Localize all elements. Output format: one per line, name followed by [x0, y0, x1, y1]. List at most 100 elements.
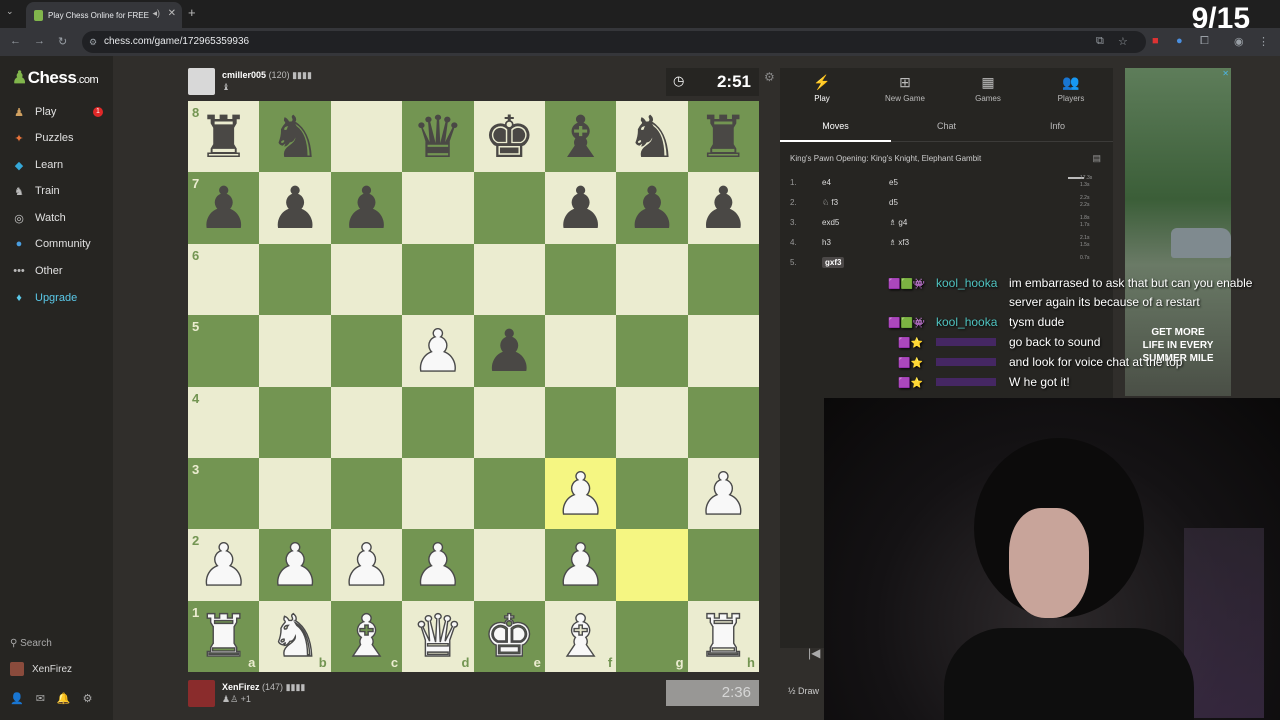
- speaker-icon[interactable]: ◂): [152, 8, 160, 19]
- black-pawn-icon[interactable]: ♟: [269, 179, 321, 237]
- square-g8[interactable]: ♞: [616, 101, 688, 173]
- sidebar-item-watch[interactable]: ◎ Watch: [10, 208, 66, 228]
- square-d4[interactable]: [402, 386, 474, 458]
- square-d5[interactable]: ♟: [402, 315, 474, 387]
- square-e3[interactable]: [473, 457, 545, 530]
- square-g6[interactable]: [616, 243, 688, 316]
- menu-dots-icon[interactable]: ⋮: [1258, 35, 1269, 48]
- current-move[interactable]: gxf3: [822, 257, 845, 268]
- mail-icon[interactable]: ✉: [36, 692, 45, 705]
- black-pawn-icon[interactable]: ♟: [483, 322, 535, 380]
- extensions-puzzle-icon[interactable]: ⧠: [1200, 35, 1209, 48]
- tab-games[interactable]: ▦ Games: [948, 74, 1028, 103]
- black-king-icon[interactable]: ♚: [483, 108, 535, 166]
- black-queen-icon[interactable]: ♛: [412, 108, 464, 166]
- sidebar-search[interactable]: ⚲ Search: [10, 638, 52, 649]
- settings-gear-icon[interactable]: ⚙: [83, 692, 93, 705]
- black-pawn-icon[interactable]: ♟: [697, 179, 749, 237]
- black-pawn-icon[interactable]: ♟: [198, 179, 250, 237]
- sidebar-user[interactable]: XenFirez: [10, 662, 72, 676]
- square-h7[interactable]: ♟: [687, 172, 759, 244]
- square-a7[interactable]: 7 ♟: [188, 172, 260, 244]
- black-rook-icon[interactable]: ♜: [198, 108, 250, 166]
- friends-icon[interactable]: 👤: [10, 692, 24, 705]
- first-move-icon[interactable]: |◀: [808, 646, 820, 660]
- square-a4[interactable]: 4: [188, 386, 260, 458]
- square-g5[interactable]: [616, 315, 688, 387]
- square-d3[interactable]: [402, 457, 474, 530]
- square-c7[interactable]: ♟: [330, 172, 403, 244]
- square-d7[interactable]: [402, 172, 474, 244]
- white-queen-icon[interactable]: ♛: [411, 607, 464, 666]
- square-h2[interactable]: [687, 529, 759, 601]
- square-b4[interactable]: [259, 386, 331, 458]
- square-c1[interactable]: c ♝: [330, 600, 403, 672]
- square-a1[interactable]: 1 a ♜: [188, 600, 260, 672]
- extension-icon[interactable]: ●: [1176, 35, 1183, 47]
- square-h1[interactable]: h ♜: [687, 600, 759, 672]
- black-knight-icon[interactable]: ♞: [626, 108, 678, 166]
- opening-name[interactable]: King's Pawn Opening: King's Knight, Elep…: [790, 154, 981, 163]
- square-b1[interactable]: b ♞: [259, 600, 331, 672]
- square-e2[interactable]: [473, 529, 545, 601]
- square-g7[interactable]: ♟: [616, 172, 688, 244]
- square-e6[interactable]: [473, 243, 545, 316]
- sidebar-item-upgrade[interactable]: ♦ Upgrade: [10, 288, 77, 308]
- square-e7[interactable]: [473, 172, 545, 244]
- square-c3[interactable]: [330, 457, 403, 530]
- install-icon[interactable]: ⧉: [1096, 35, 1104, 48]
- square-e5[interactable]: ♟: [473, 315, 545, 387]
- subtab-chat[interactable]: Chat: [891, 121, 1002, 131]
- chess-logo[interactable]: ♟Chess.com: [12, 68, 99, 88]
- white-pawn-icon[interactable]: ♟: [554, 535, 607, 594]
- square-b2[interactable]: ♟: [259, 529, 331, 601]
- square-c8[interactable]: [330, 101, 403, 173]
- advertisement[interactable]: ✕ GET MORE LIFE IN EVERY SUMMER MILE: [1125, 68, 1231, 396]
- square-f6[interactable]: [544, 243, 617, 316]
- square-c6[interactable]: [330, 243, 403, 316]
- browser-tab[interactable]: Play Chess Online for FREE ◂) ✕: [26, 2, 182, 28]
- white-rook-icon[interactable]: ♜: [697, 607, 750, 666]
- square-h3[interactable]: ♟: [687, 457, 759, 530]
- opponent-name[interactable]: cmiller005 (120) ▮▮▮▮: [222, 70, 312, 81]
- square-a6[interactable]: 6: [188, 243, 260, 316]
- tab-search-icon[interactable]: ⌄: [6, 6, 14, 17]
- white-pawn-icon[interactable]: ♟: [411, 535, 464, 594]
- square-g1[interactable]: g: [616, 600, 688, 672]
- board-settings-gear-icon[interactable]: ⚙: [764, 70, 775, 84]
- white-rook-icon[interactable]: ♜: [197, 607, 250, 666]
- square-f7[interactable]: ♟: [544, 172, 617, 244]
- black-pawn-icon[interactable]: ♟: [555, 179, 607, 237]
- new-tab-icon[interactable]: +: [188, 5, 196, 20]
- square-e4[interactable]: [473, 386, 545, 458]
- square-f1[interactable]: f ♝: [544, 600, 617, 672]
- square-d2[interactable]: ♟: [402, 529, 474, 601]
- book-icon[interactable]: ▤: [1092, 153, 1101, 164]
- black-pawn-icon[interactable]: ♟: [340, 179, 392, 237]
- square-g2[interactable]: [616, 529, 688, 601]
- square-f2[interactable]: ♟: [544, 529, 617, 601]
- square-a5[interactable]: 5: [188, 315, 260, 387]
- square-d6[interactable]: [402, 243, 474, 316]
- square-h5[interactable]: [687, 315, 759, 387]
- square-f8[interactable]: ♝: [544, 101, 617, 173]
- square-f3[interactable]: ♟: [544, 457, 617, 530]
- square-c4[interactable]: [330, 386, 403, 458]
- square-h6[interactable]: [687, 243, 759, 316]
- sidebar-item-learn[interactable]: ◆ Learn: [10, 155, 63, 175]
- square-b7[interactable]: ♟: [259, 172, 331, 244]
- sidebar-item-train[interactable]: ♞ Train: [10, 181, 60, 201]
- square-g3[interactable]: [616, 457, 688, 530]
- subtab-moves[interactable]: Moves: [780, 121, 891, 131]
- black-knight-icon[interactable]: ♞: [269, 108, 321, 166]
- square-b5[interactable]: [259, 315, 331, 387]
- square-b8[interactable]: ♞: [259, 101, 331, 173]
- sidebar-item-community[interactable]: ● Community: [10, 234, 91, 254]
- bell-icon[interactable]: 🔔: [57, 692, 71, 705]
- white-bishop-icon[interactable]: ♝: [340, 607, 393, 666]
- forward-icon[interactable]: →: [34, 35, 45, 47]
- square-e8[interactable]: ♚: [473, 101, 545, 173]
- url-input[interactable]: ⚙ chess.com/game/172965359936: [82, 31, 1146, 53]
- square-a3[interactable]: 3: [188, 457, 260, 530]
- sidebar-item-other[interactable]: ••• Other: [10, 261, 62, 281]
